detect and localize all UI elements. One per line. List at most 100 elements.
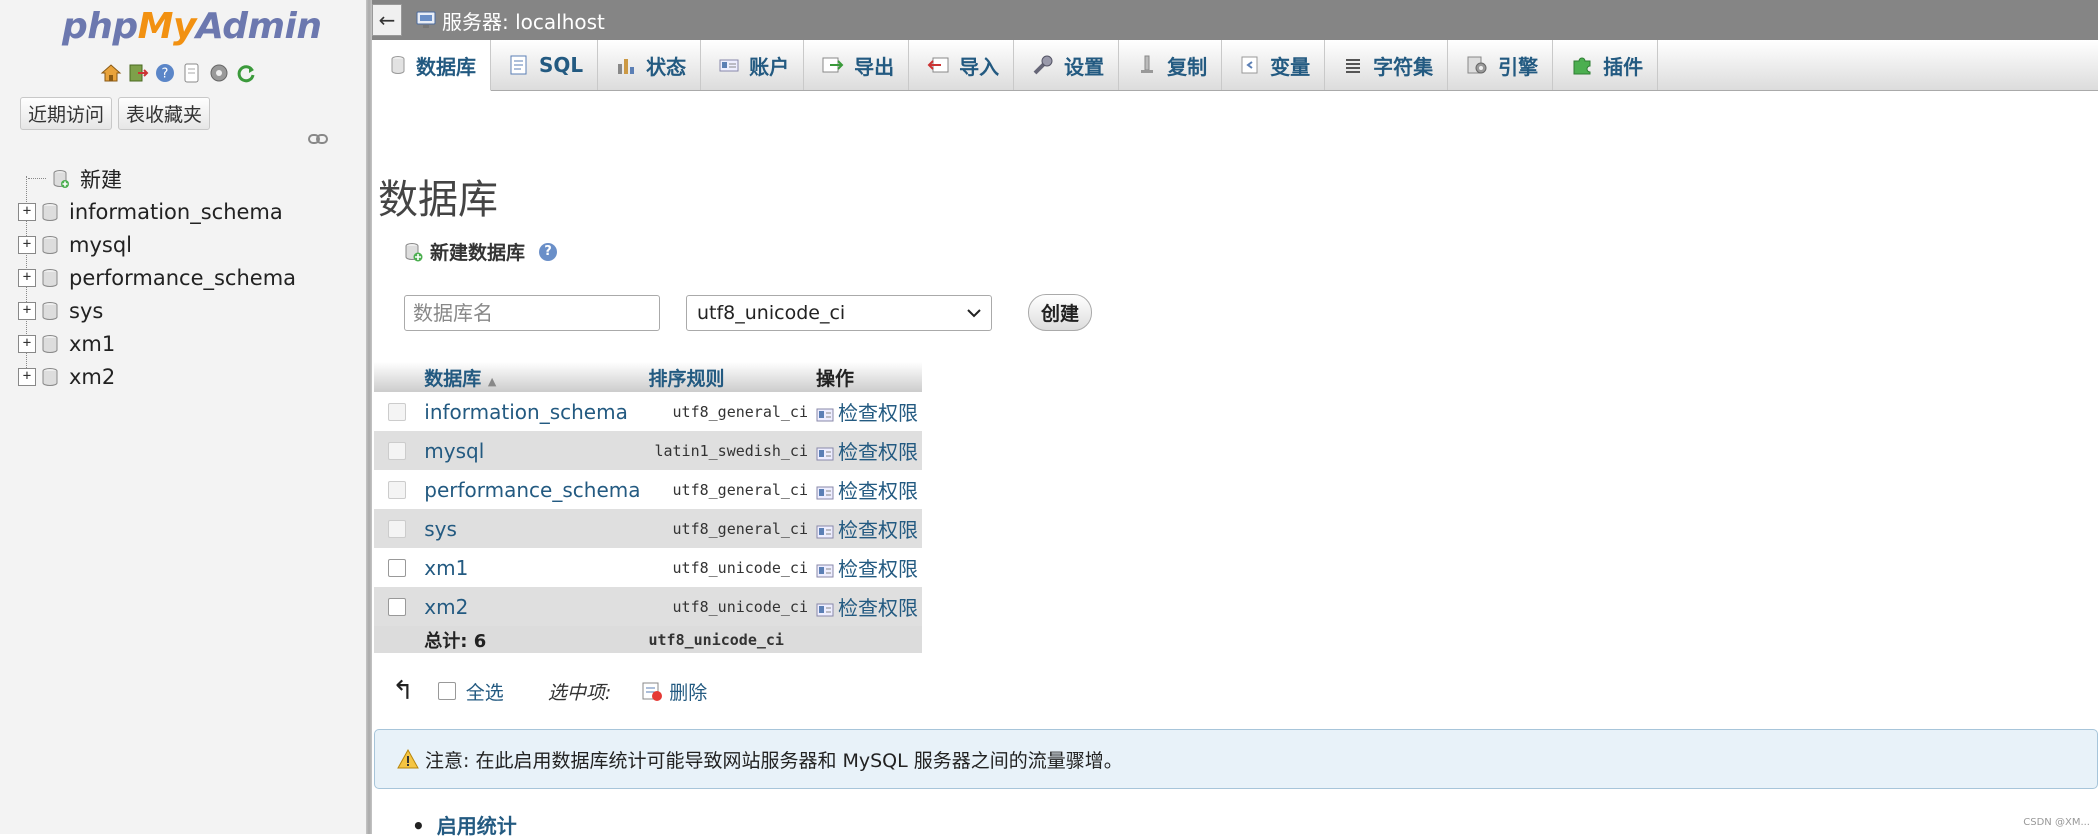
database-link[interactable]: mysql xyxy=(420,431,644,470)
privileges-icon xyxy=(816,525,834,538)
exit-icon[interactable] xyxy=(127,62,149,84)
tab-charsets[interactable]: 字符集 xyxy=(1325,40,1449,90)
tab-label: 复制 xyxy=(1167,54,1208,79)
database-name-input[interactable] xyxy=(404,295,660,331)
check-privileges-label: 检查权限 xyxy=(838,518,918,542)
server-breadcrumb[interactable]: 服务器: localhost xyxy=(442,6,605,35)
arrow-up-left-icon: ↰ xyxy=(392,676,414,706)
link-with-main-panel-icon[interactable] xyxy=(308,133,328,145)
tab-plugins[interactable]: 插件 xyxy=(1553,40,1659,90)
check-privileges-link[interactable]: 检查权限 xyxy=(812,470,922,509)
database-icon xyxy=(42,235,58,254)
table-row: xm2 utf8_unicode_ci 检查权限 xyxy=(374,587,922,626)
tab-accounts[interactable]: 账户 xyxy=(701,40,805,90)
tree-item-label: information_schema xyxy=(69,199,283,224)
tab-label: 账户 xyxy=(749,54,790,79)
database-link[interactable]: xm1 xyxy=(420,548,644,587)
sidebar-resize-handle[interactable] xyxy=(366,0,372,834)
expand-icon[interactable]: + xyxy=(18,235,36,254)
expand-icon[interactable]: + xyxy=(18,301,36,320)
tab-replication[interactable]: 复制 xyxy=(1119,40,1223,90)
help-icon[interactable]: ? xyxy=(154,62,176,84)
tab-import[interactable]: 导入 xyxy=(909,40,1015,90)
check-privileges-link[interactable]: 检查权限 xyxy=(812,548,922,587)
row-checkbox[interactable] xyxy=(388,559,407,578)
database-link[interactable]: performance_schema xyxy=(420,470,644,509)
delete-icon xyxy=(642,682,663,701)
recent-tables-button[interactable]: 近期访问 xyxy=(20,97,113,130)
collation-value: utf8_unicode_ci xyxy=(672,558,808,577)
database-icon xyxy=(42,367,58,386)
header-collation[interactable]: 排序规则 xyxy=(645,362,813,392)
select-all-checkbox[interactable] xyxy=(437,682,456,700)
favorite-tables-button[interactable]: 表收藏夹 xyxy=(118,97,211,130)
database-icon xyxy=(42,268,58,287)
tree-item-new[interactable]: 新建 xyxy=(18,162,296,195)
row-checkbox[interactable] xyxy=(388,598,407,617)
expand-icon[interactable]: + xyxy=(18,367,36,386)
check-privileges-label: 检查权限 xyxy=(838,440,918,464)
home-icon[interactable] xyxy=(100,62,122,84)
bulk-action-row: ↰ 全选 选中项: 删除 xyxy=(392,676,707,706)
expand-icon[interactable]: + xyxy=(18,268,36,287)
tab-variables[interactable]: 变量 xyxy=(1222,40,1326,90)
privileges-icon xyxy=(816,564,834,577)
table-row: sys utf8_general_ci 检查权限 xyxy=(374,509,922,548)
page-title: 数据库 xyxy=(378,176,498,223)
tab-label: 插件 xyxy=(1603,54,1644,79)
tree-item-database[interactable]: + sys xyxy=(18,294,296,327)
variables-icon xyxy=(1241,56,1258,74)
select-all-label[interactable]: 全选 xyxy=(466,678,504,705)
tab-databases[interactable]: 数据库 xyxy=(372,40,491,91)
check-privileges-link[interactable]: 检查权限 xyxy=(812,392,922,431)
status-icon xyxy=(618,59,635,74)
tree-branch xyxy=(28,178,46,179)
docs-icon[interactable] xyxy=(181,62,203,84)
tree-item-database[interactable]: + performance_schema xyxy=(18,261,296,294)
header-database-label: 数据库 xyxy=(424,367,482,390)
delete-button[interactable]: 删除 xyxy=(669,678,707,705)
check-privileges-label: 检查权限 xyxy=(838,557,918,581)
tree-item-database[interactable]: + information_schema xyxy=(18,195,296,228)
server-icon xyxy=(416,11,436,28)
tab-engines[interactable]: 引擎 xyxy=(1448,40,1554,90)
tab-label: 引擎 xyxy=(1498,54,1539,79)
create-database-button[interactable]: 创建 xyxy=(1028,294,1092,331)
check-privileges-link[interactable]: 检查权限 xyxy=(812,509,922,548)
database-link[interactable]: information_schema xyxy=(420,392,644,431)
database-icon xyxy=(42,301,58,320)
create-database-heading: 新建数据库 ? xyxy=(404,238,558,265)
tree-item-database[interactable]: + mysql xyxy=(18,228,296,261)
reload-icon[interactable] xyxy=(235,62,257,84)
tab-export[interactable]: 导出 xyxy=(804,40,910,90)
header-database[interactable]: 数据库 ▲ xyxy=(420,362,644,392)
database-link[interactable]: sys xyxy=(420,509,644,548)
tree-item-label: 新建 xyxy=(80,167,122,192)
phpmyadmin-logo[interactable]: phpMyAdmin xyxy=(62,6,322,47)
main-tab-bar: 数据库 SQL 状态 账户 导出 导入 设置 复制 变量 字符集 引擎 插件 xyxy=(372,40,2098,91)
tab-settings[interactable]: 设置 xyxy=(1014,40,1120,90)
collapse-sidebar-button[interactable]: ← xyxy=(372,4,402,36)
privileges-icon xyxy=(816,447,834,460)
database-link[interactable]: xm2 xyxy=(420,587,644,626)
plugin-icon xyxy=(1573,57,1591,75)
svg-text:?: ? xyxy=(162,67,169,82)
tab-sql[interactable]: SQL xyxy=(491,40,599,90)
tree-item-database[interactable]: + xm1 xyxy=(18,327,296,360)
check-privileges-link[interactable]: 检查权限 xyxy=(812,431,922,470)
enable-statistics-link[interactable]: 启用统计 xyxy=(412,810,517,839)
notice-text: 注意: 在此启用数据库统计可能导致网站服务器和 MySQL 服务器之间的流量骤增… xyxy=(425,749,1123,772)
help-icon[interactable]: ? xyxy=(539,242,558,261)
expand-icon[interactable]: + xyxy=(18,202,36,221)
check-privileges-link[interactable]: 检查权限 xyxy=(812,587,922,626)
settings-icon[interactable] xyxy=(208,62,230,84)
create-database-title: 新建数据库 xyxy=(430,242,526,264)
warning-icon xyxy=(397,749,419,769)
tree-item-database[interactable]: + xm2 xyxy=(18,360,296,393)
expand-icon[interactable]: + xyxy=(18,334,36,353)
tab-status[interactable]: 状态 xyxy=(598,40,702,90)
table-total-row: 总计: 6 utf8_unicode_ci xyxy=(374,626,922,653)
tab-label: SQL xyxy=(539,53,584,77)
statistics-notice: 注意: 在此启用数据库统计可能导致网站服务器和 MySQL 服务器之间的流量骤增… xyxy=(374,729,2098,789)
collation-select[interactable]: utf8_unicode_ci xyxy=(686,295,992,331)
